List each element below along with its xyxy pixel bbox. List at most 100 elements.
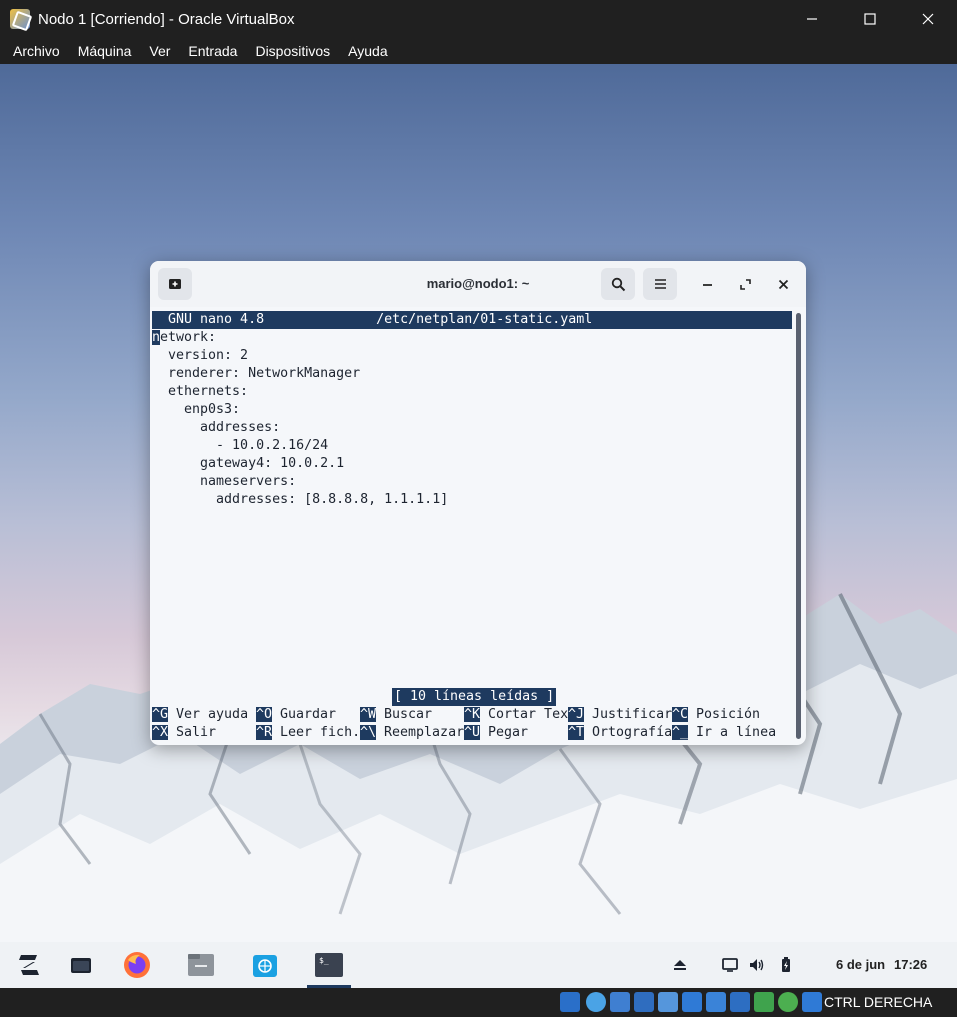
shortcut-ver-ayuda[interactable]: ^G Ver ayuda <box>152 706 248 724</box>
battery-charging-icon <box>782 957 790 972</box>
virtualbox-app-icon <box>10 9 30 29</box>
editor-line[interactable]: ethernets: <box>152 383 248 401</box>
minimize-icon <box>807 18 817 20</box>
file-manager-button[interactable] <box>179 942 223 988</box>
hard-disk-icon[interactable] <box>560 992 580 1012</box>
shortcut-key: ^T <box>568 725 585 740</box>
keyboard-capture-icon[interactable] <box>802 992 822 1012</box>
menu-entrada[interactable]: Entrada <box>179 38 246 64</box>
menu-ver[interactable]: Ver <box>140 38 179 64</box>
editor-line[interactable]: network: <box>152 329 216 347</box>
new-tab-button[interactable] <box>158 268 192 300</box>
terminal-window[interactable]: mario@nodo1: ~ GNU nano 4.8 /etc/netplan… <box>150 261 806 745</box>
terminal-maximize-button[interactable] <box>734 273 756 295</box>
terminal-icon: $_ <box>315 953 343 977</box>
shortcut-ortografia[interactable]: ^T Ortografía <box>568 724 672 742</box>
optical-drive-icon[interactable] <box>586 992 606 1012</box>
mouse-integration-icon[interactable] <box>778 992 798 1012</box>
shortcut-pegar[interactable]: ^U Pegar <box>464 724 528 742</box>
shortcut-key: ^U <box>464 725 481 740</box>
editor-line[interactable]: version: 2 <box>152 347 248 365</box>
editor-line[interactable]: addresses: <box>152 419 280 437</box>
shortcut-label: Posición <box>688 707 761 722</box>
menu-maquina[interactable]: Máquina <box>69 38 141 64</box>
editor-line[interactable]: enp0s3: <box>152 401 240 419</box>
shortcut-buscar[interactable]: ^W Buscar <box>360 706 432 724</box>
minimize-icon <box>702 283 712 286</box>
nano-editor[interactable]: GNU nano 4.8 /etc/netplan/01-static.yaml… <box>150 307 806 745</box>
audio-icon[interactable] <box>610 992 630 1012</box>
shortcut-key: ^O <box>256 707 273 722</box>
menu-ayuda[interactable]: Ayuda <box>339 38 396 64</box>
shared-folders-icon[interactable] <box>682 992 702 1012</box>
shortcut-label: Cortar Tex <box>480 707 569 722</box>
video-capture-icon[interactable] <box>730 992 750 1012</box>
monitor-icon <box>722 958 738 972</box>
minimize-button[interactable] <box>783 0 841 38</box>
search-button[interactable] <box>601 268 635 300</box>
shortcut-key: ^R <box>256 725 273 740</box>
editor-line[interactable]: nameservers: <box>152 473 296 491</box>
firefox-button[interactable] <box>115 942 159 988</box>
terminal-close-button[interactable] <box>772 273 794 295</box>
text-cursor: n <box>152 330 161 345</box>
editor-line[interactable]: - 10.0.2.16/24 <box>152 437 328 455</box>
clock-date[interactable]: 6 de jun <box>836 942 885 988</box>
zorin-menu-button[interactable] <box>7 942 51 988</box>
hamburger-icon <box>654 279 666 289</box>
cpu-activity-icon[interactable] <box>754 992 774 1012</box>
file-manager-icon <box>188 954 214 976</box>
close-button[interactable] <box>899 0 957 38</box>
shortcut-justificar[interactable]: ^J Justificar <box>568 706 672 724</box>
vm-status-bar: CTRL DERECHA <box>0 988 957 1017</box>
menu-dispositivos[interactable]: Dispositivos <box>246 38 339 64</box>
terminal-minimize-button[interactable] <box>696 273 718 295</box>
host-key-label: CTRL DERECHA <box>824 994 933 1010</box>
editor-line[interactable]: renderer: NetworkManager <box>152 365 360 383</box>
terminal-taskbar-button[interactable]: $_ <box>307 942 351 988</box>
editor-line[interactable]: gateway4: 10.0.2.1 <box>152 455 344 473</box>
shortcut-key: ^_ <box>672 725 689 740</box>
close-icon <box>778 279 788 289</box>
firefox-icon <box>124 952 150 978</box>
workspace-button[interactable] <box>59 942 103 988</box>
volume-tray-button[interactable] <box>747 955 767 975</box>
usb-icon[interactable] <box>658 992 678 1012</box>
shortcut-label: Buscar <box>376 707 433 722</box>
network-icon[interactable] <box>634 992 654 1012</box>
maximize-button[interactable] <box>841 0 899 38</box>
shortcut-label: Reemplazar <box>376 725 465 740</box>
battery-tray-button[interactable] <box>776 955 796 975</box>
hamburger-menu-button[interactable] <box>643 268 677 300</box>
shortcut-cortar[interactable]: ^K Cortar Tex <box>464 706 568 724</box>
shortcut-label: Ver ayuda <box>168 707 249 722</box>
shortcut-label: Ir a línea <box>688 725 777 740</box>
shortcut-salir[interactable]: ^X Salir <box>152 724 216 742</box>
shortcut-key: ^X <box>152 725 169 740</box>
maximize-icon <box>864 13 876 25</box>
software-store-button[interactable] <box>243 942 287 988</box>
nano-header-bar: GNU nano 4.8 /etc/netplan/01-static.yaml <box>152 311 792 329</box>
shortcut-reemplazar[interactable]: ^\ Reemplazar <box>360 724 464 742</box>
tray-expand-button[interactable] <box>670 955 690 975</box>
shortcut-ir-a-linea[interactable]: ^_ Ir a línea <box>672 724 776 742</box>
search-icon <box>611 277 625 291</box>
shortcut-guardar[interactable]: ^O Guardar <box>256 706 336 724</box>
shortcut-label: Salir <box>168 725 217 740</box>
eject-arrow-icon <box>674 960 686 970</box>
display-tray-button[interactable] <box>720 955 740 975</box>
zorin-menu-icon <box>19 955 39 975</box>
shortcut-label: Ortografía <box>584 725 673 740</box>
terminal-header-bar[interactable]: mario@nodo1: ~ <box>150 261 806 307</box>
window-title: Nodo 1 [Corriendo] - Oracle VirtualBox <box>38 10 295 28</box>
menu-archivo[interactable]: Archivo <box>0 38 69 64</box>
shortcut-posicion[interactable]: ^C Posición <box>672 706 760 724</box>
terminal-scrollbar[interactable] <box>796 313 801 739</box>
guest-desktop[interactable]: mario@nodo1: ~ GNU nano 4.8 /etc/netplan… <box>0 64 957 988</box>
clock-time[interactable]: 17:26 <box>894 942 927 988</box>
display-icon[interactable] <box>706 992 726 1012</box>
shortcut-leer-fichero[interactable]: ^R Leer fich. <box>256 724 360 742</box>
shortcut-key: ^K <box>464 707 481 722</box>
editor-line[interactable]: addresses: [8.8.8.8, 1.1.1.1] <box>152 491 448 509</box>
nano-status-message: [ 10 líneas leídas ] <box>392 688 557 706</box>
